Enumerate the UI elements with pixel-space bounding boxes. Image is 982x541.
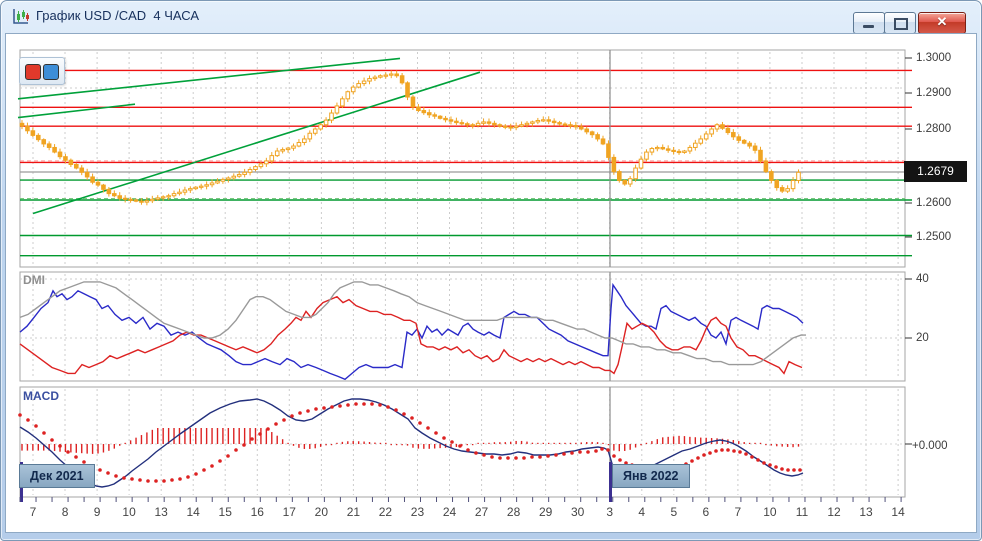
application-window: { "window": { "title": "График USD /CAD …: [0, 0, 982, 541]
red-indicator-chip[interactable]: [25, 64, 41, 80]
chart-canvas[interactable]: [0, 0, 982, 541]
indicator-legend[interactable]: [19, 57, 65, 85]
blue-indicator-chip[interactable]: [43, 64, 59, 80]
